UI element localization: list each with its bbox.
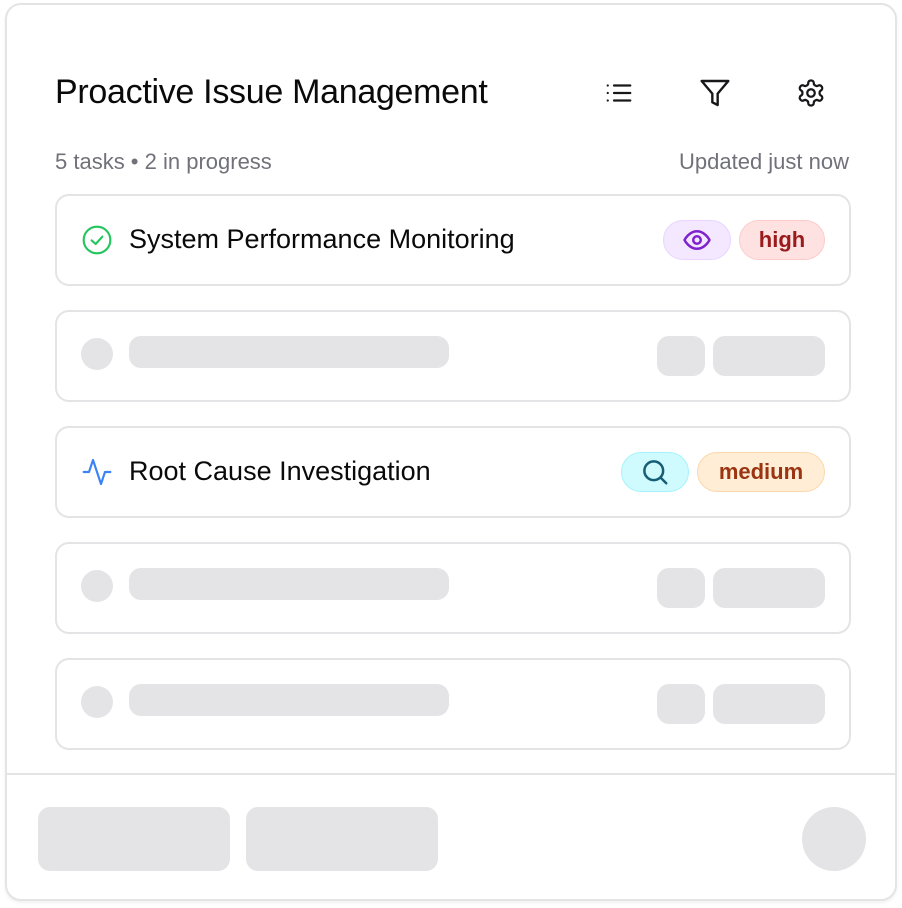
skeleton-badge: [657, 568, 705, 608]
skeleton-badge: [713, 336, 825, 376]
skeleton-icon: [81, 570, 113, 602]
eye-icon: [683, 230, 711, 250]
loading-task-row: [55, 658, 851, 750]
search-icon: [643, 460, 668, 485]
skeleton-badge: [713, 568, 825, 608]
task-title: Root Cause Investigation: [129, 456, 431, 486]
skeleton-title: [129, 568, 449, 600]
skeleton-title: [129, 336, 449, 368]
check-circle-icon: [81, 224, 113, 256]
skeleton-avatar: [802, 807, 866, 871]
panel-footer: [7, 773, 895, 899]
task-row[interactable]: System Performance Monitoring high: [55, 194, 851, 286]
skeleton-icon: [81, 686, 113, 718]
settings-button[interactable]: [793, 75, 829, 111]
filter-icon: [700, 79, 730, 107]
loading-task-row: [55, 310, 851, 402]
skeleton-icon: [81, 338, 113, 370]
last-updated-label: Updated just now: [679, 149, 849, 174]
loading-task-row: [55, 542, 851, 634]
priority-badge: medium: [697, 452, 825, 492]
list-icon: [606, 84, 632, 102]
skeleton-badge: [657, 336, 705, 376]
priority-badge: high: [739, 220, 825, 260]
skeleton-footer-button: [246, 807, 438, 871]
filter-button[interactable]: [697, 75, 733, 111]
skeleton-badge: [657, 684, 705, 724]
task-title: System Performance Monitoring: [129, 224, 515, 254]
task-row[interactable]: Root Cause Investigation medium: [55, 426, 851, 518]
skeleton-footer-button: [38, 807, 230, 871]
category-badge: [663, 220, 731, 260]
task-panel: Proactive Issue Management 5 tasks • 2 i…: [5, 3, 897, 901]
category-badge: [621, 452, 689, 492]
settings-icon: [798, 79, 824, 107]
skeleton-title: [129, 684, 449, 716]
activity-icon: [81, 456, 113, 488]
list-view-button[interactable]: [601, 75, 637, 111]
panel-title: Proactive Issue Management: [55, 73, 488, 111]
task-count-summary: 5 tasks • 2 in progress: [55, 149, 272, 174]
skeleton-badge: [713, 684, 825, 724]
